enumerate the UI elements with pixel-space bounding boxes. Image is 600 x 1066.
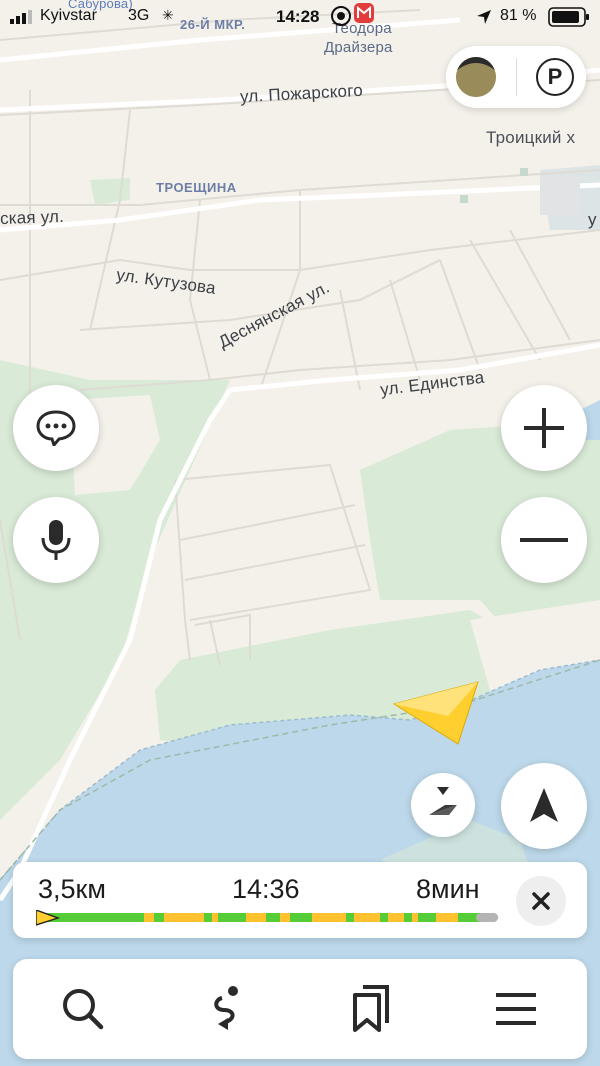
zoom-out-button[interactable]	[501, 497, 587, 583]
route-duration: 8мин	[416, 874, 480, 904]
parking-button[interactable]: P	[536, 58, 574, 96]
menu-icon	[496, 993, 536, 1025]
compass-icon	[429, 787, 457, 815]
route-summary-card[interactable]: 3,5км 14:36 8мин	[13, 862, 587, 938]
metro-icon	[354, 3, 374, 23]
voice-button[interactable]	[13, 497, 99, 583]
search-icon	[63, 989, 104, 1030]
tab-search[interactable]	[53, 979, 113, 1039]
status-time: 14:28	[276, 7, 320, 26]
tab-route[interactable]	[198, 979, 258, 1039]
battery-percent: 81 %	[500, 7, 537, 24]
status-bar: Kyivstar 3G ✳ 14:28 81 %	[0, 0, 600, 34]
chat-bubble-icon	[36, 410, 76, 446]
route-progress-marker	[36, 910, 61, 926]
route-distance: 3,5км	[38, 874, 106, 904]
tab-bookmarks[interactable]	[341, 979, 401, 1039]
navigation-arrow-icon	[530, 788, 558, 822]
signal-icon	[10, 10, 32, 24]
close-icon	[532, 892, 550, 910]
divider	[516, 58, 517, 96]
map-label-theodore-2: Драйзера	[324, 39, 393, 56]
chat-button[interactable]	[13, 385, 99, 471]
avatar-icon	[456, 57, 496, 97]
carrier-name: Kyivstar	[40, 7, 97, 24]
tab-menu[interactable]	[486, 979, 546, 1039]
close-route-button[interactable]	[516, 876, 566, 926]
network-type: 3G	[128, 7, 150, 24]
map-label-skaya: ская ул.	[0, 206, 65, 229]
compass-button[interactable]	[411, 773, 475, 837]
location-record-icon	[331, 6, 351, 26]
location-arrow-icon	[477, 10, 491, 24]
map-label-edge: у	[588, 210, 597, 229]
microphone-icon	[41, 520, 71, 560]
my-location-button[interactable]	[501, 763, 587, 849]
battery-icon	[548, 7, 589, 27]
bottom-navigation	[13, 959, 587, 1059]
route-arrival-time: 14:36	[232, 874, 300, 904]
plus-icon	[524, 408, 564, 448]
map-label-troeshchina: ТРОЕЩИНА	[156, 180, 237, 195]
map-label-troitsky: Троицкий х	[486, 128, 576, 147]
top-controls-pill: P	[446, 46, 586, 108]
route-icon	[214, 986, 238, 1030]
minus-icon	[520, 538, 568, 542]
route-traffic-bar	[36, 910, 498, 926]
zoom-in-button[interactable]	[501, 385, 587, 471]
avatar[interactable]	[456, 57, 496, 97]
activity-icon: ✳	[162, 7, 174, 23]
bookmarks-icon	[353, 985, 389, 1032]
